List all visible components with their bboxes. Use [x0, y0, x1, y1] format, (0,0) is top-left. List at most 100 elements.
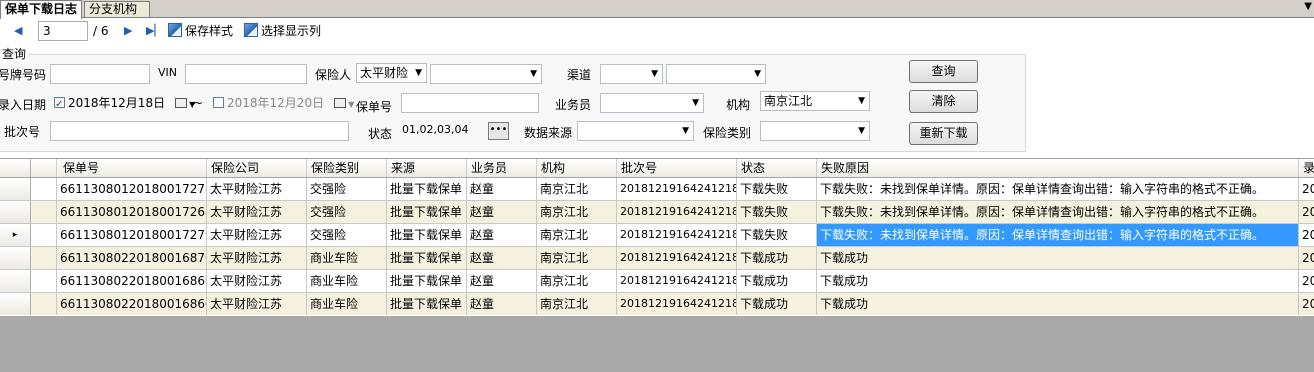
ins-type-select[interactable]: ▼ [760, 121, 870, 141]
col-header[interactable]: 业务员 [467, 159, 537, 177]
batch-no-input[interactable] [50, 121, 349, 141]
table-cell[interactable]: 下载失败 [737, 178, 817, 200]
tab-scroll-icon[interactable]: ▼ [1304, 1, 1312, 12]
last-page-icon[interactable]: ▶▏ [146, 24, 163, 37]
channel-select-1[interactable]: ▼ [600, 64, 663, 84]
table-cell[interactable]: 20181219164241218​9 [617, 247, 737, 269]
table-cell[interactable]: 商业车险 [307, 247, 387, 269]
table-cell[interactable]: 太平财险江苏 [207, 201, 307, 223]
col-header[interactable]: 状态 [737, 159, 817, 177]
table-row[interactable]: 66113080220180016860 太平财险江苏 商业车险 批量下载保单 赵童 南京… [0, 293, 1314, 315]
table-cell[interactable]: 赵童 [467, 178, 537, 200]
org-select[interactable]: 南京江北 ▼ [760, 91, 870, 111]
table-cell[interactable]: 20181219164241218​9 [617, 270, 737, 292]
tab-branch[interactable]: 分支机构 [84, 1, 150, 17]
tab-download-log[interactable]: 保单下载日志 [0, 0, 82, 19]
plate-input[interactable] [50, 64, 150, 84]
table-cell[interactable]: 20 [1299, 178, 1314, 200]
row-header[interactable] [0, 270, 31, 292]
table-cell[interactable]: 20 [1299, 224, 1314, 246]
col-header[interactable]: 保单号 [57, 159, 207, 177]
table-cell[interactable]: 南京江北 [537, 293, 617, 315]
table-cell[interactable]: 赵童 [467, 201, 537, 223]
date-from-picker[interactable]: 2018年12月18日▼ [54, 93, 195, 115]
row-header[interactable] [0, 293, 31, 315]
table-cell[interactable]: 太平财险江苏 [207, 178, 307, 200]
table-cell[interactable]: 南京江北 [537, 270, 617, 292]
table-cell[interactable]: 66113080120180017278 [57, 178, 207, 200]
next-page-icon[interactable]: ▶ [124, 24, 132, 37]
policy-no-input[interactable] [401, 93, 539, 113]
col-header[interactable]: 批次号 [617, 159, 737, 177]
table-cell[interactable]: 商业车险 [307, 293, 387, 315]
status-ellipsis-button[interactable]: ••• [488, 122, 509, 140]
table-cell[interactable]: 下载成功 [737, 270, 817, 292]
save-style-button[interactable]: 保存样式 [168, 23, 233, 39]
table-cell[interactable]: 批量下载保单 [387, 224, 467, 246]
table-cell[interactable]: 20181219164241218​9 [617, 293, 737, 315]
clear-button[interactable]: 清除 [909, 90, 978, 113]
table-cell[interactable]: 下载成功 [817, 270, 1299, 292]
table-cell[interactable]: 20 [1299, 201, 1314, 223]
table-cell[interactable]: 南京江北 [537, 247, 617, 269]
data-source-select[interactable]: ▼ [577, 121, 694, 141]
table-cell[interactable]: 批量下载保单 [387, 247, 467, 269]
table-cell[interactable]: 南京江北 [537, 224, 617, 246]
table-row[interactable]: 66113080220180016869 太平财险江苏 商业车险 批量下载保单 赵童 南京… [0, 270, 1314, 293]
table-cell[interactable]: 下载成功 [737, 247, 817, 269]
table-cell[interactable]: 批量下载保单 [387, 178, 467, 200]
table-cell[interactable]: 商业车险 [307, 270, 387, 292]
table-cell[interactable]: 赵童 [467, 247, 537, 269]
row-header[interactable] [0, 201, 31, 223]
table-cell[interactable]: 太平财险江苏 [207, 293, 307, 315]
table-row[interactable]: ▸ 66113080120180017279 太平财险江苏 交强险 批量下载保单 赵童 南京… [0, 224, 1314, 247]
query-button[interactable]: 查询 [909, 60, 978, 83]
table-cell[interactable]: 66113080120180017268 [57, 201, 207, 223]
col-header[interactable]: 来源 [387, 159, 467, 177]
table-row[interactable]: 66113080120180017278 太平财险江苏 交强险 批量下载保单 赵童 南京江… [0, 178, 1314, 201]
table-row[interactable]: 66113080120180017268 太平财险江苏 交强险 批量下载保单 赵童 南京江… [0, 201, 1314, 224]
table-cell[interactable]: 太平财险江苏 [207, 224, 307, 246]
table-row[interactable]: 66113080220180016870 太平财险江苏 商业车险 批量下载保单 赵童 南京… [0, 247, 1314, 270]
date-to-checkbox[interactable] [213, 97, 224, 108]
table-cell[interactable]: 批量下载保单 [387, 270, 467, 292]
table-cell[interactable]: 交强险 [307, 201, 387, 223]
col-header[interactable]: 保险公司 [207, 159, 307, 177]
redownload-button[interactable]: 重新下载 [909, 122, 978, 145]
table-cell[interactable]: 赵童 [467, 224, 537, 246]
salesman-select[interactable]: ▼ [600, 93, 704, 113]
prev-page-icon[interactable]: ◀ [14, 24, 22, 37]
table-cell[interactable]: 66113080220180016869 [57, 270, 207, 292]
first-page-icon[interactable]: ▏ [0, 24, 6, 37]
insurer-company-select[interactable]: 太平财险 ▼ [356, 63, 427, 83]
insurer-branch-select[interactable]: ▼ [430, 64, 542, 84]
date-from-checkbox[interactable] [54, 95, 65, 115]
table-cell[interactable]: 赵童 [467, 293, 537, 315]
table-cell[interactable]: 交强险 [307, 178, 387, 200]
row-header[interactable] [0, 247, 31, 269]
col-header[interactable]: 保险类别 [307, 159, 387, 177]
table-cell[interactable]: 下载失败 [737, 201, 817, 223]
row-header[interactable] [0, 178, 31, 200]
table-cell[interactable]: 下载成功 [737, 293, 817, 315]
table-cell[interactable]: 66113080220180016870 [57, 247, 207, 269]
table-cell[interactable]: 66113080220180016860 [57, 293, 207, 315]
table-cell[interactable]: 下载失败 [737, 224, 817, 246]
table-cell[interactable]: 20 [1299, 270, 1314, 292]
table-cell[interactable]: 下载失败：未找到保单详情。原因：保单详情查询出错：输入字符串的格式不正确。 [817, 224, 1299, 246]
table-cell[interactable]: 20 [1299, 247, 1314, 269]
table-cell[interactable]: 20181219164241218​9 [617, 224, 737, 246]
table-cell[interactable]: 赵童 [467, 270, 537, 292]
table-cell[interactable]: 南京江北 [537, 178, 617, 200]
table-cell[interactable]: 20181219164241218​9 [617, 201, 737, 223]
page-input[interactable]: 3 [38, 21, 88, 41]
select-columns-button[interactable]: 选择显示列 [244, 23, 321, 39]
channel-select-2[interactable]: ▼ [666, 64, 766, 84]
table-cell[interactable]: 批量下载保单 [387, 293, 467, 315]
row-header[interactable]: ▸ [0, 224, 31, 246]
table-cell[interactable]: 20 [1299, 293, 1314, 315]
table-cell[interactable]: 交强险 [307, 224, 387, 246]
table-cell[interactable]: 下载失败：未找到保单详情。原因：保单详情查询出错：输入字符串的格式不正确。 [817, 201, 1299, 223]
vin-input[interactable] [185, 64, 307, 84]
col-header[interactable]: 机构 [537, 159, 617, 177]
